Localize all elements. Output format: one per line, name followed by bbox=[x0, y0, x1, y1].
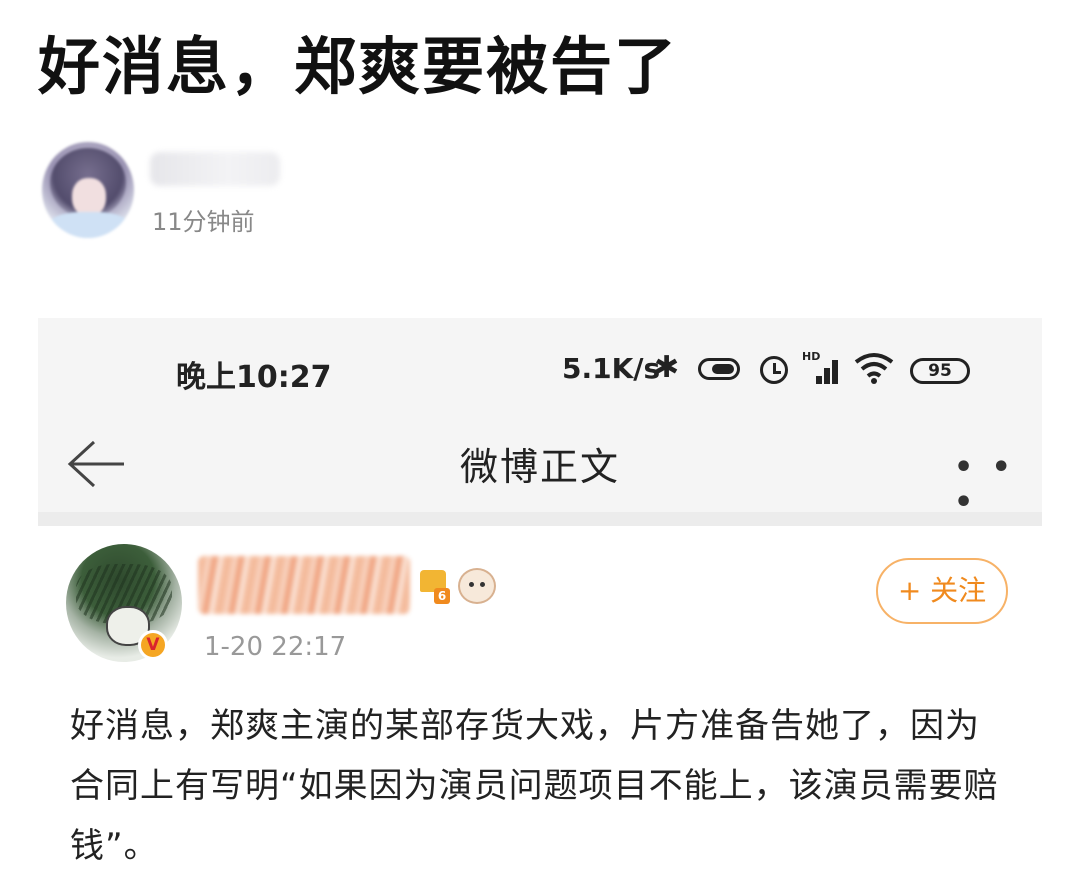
section-divider bbox=[38, 512, 1042, 526]
weibo-username-redacted[interactable] bbox=[198, 556, 410, 614]
avatar-shirt bbox=[48, 212, 130, 238]
follow-button[interactable]: + 关注 bbox=[876, 558, 1008, 624]
verified-badge: V bbox=[138, 630, 168, 660]
weibo-body-text: 好消息，郑爽主演的某部存货大戏，片方准备告她了，因为合同上有写明“如果因为演员问… bbox=[70, 706, 999, 866]
status-time: 晚上10:27 bbox=[176, 360, 332, 395]
bluetooth-icon: ✱ bbox=[654, 350, 680, 385]
toggle-icon bbox=[698, 358, 740, 380]
alarm-icon bbox=[760, 356, 788, 384]
battery-icon: 95 bbox=[910, 358, 970, 384]
avatar-face bbox=[72, 178, 106, 216]
nav-bar: 微博正文 • • • bbox=[38, 418, 1042, 520]
author-avatar[interactable] bbox=[42, 142, 134, 238]
network-speed: 5.1K/s bbox=[562, 352, 661, 385]
author-name-redacted[interactable] bbox=[150, 152, 280, 186]
cow-emoji-icon bbox=[458, 568, 496, 604]
embedded-screenshot: 晚上10:27 5.1K/s ✱ HD 95 微博正文 • • • V 6 + … bbox=[38, 318, 1042, 879]
post-title: 好消息，郑爽要被告了 bbox=[38, 30, 679, 103]
hd-signal-icon: HD bbox=[802, 350, 844, 384]
weibo-timestamp: 1-20 22:17 bbox=[204, 632, 347, 662]
nav-title: 微博正文 bbox=[459, 445, 620, 489]
status-bar: 晚上10:27 5.1K/s ✱ HD 95 bbox=[38, 318, 1042, 418]
post-time: 11分钟前 bbox=[152, 208, 255, 236]
more-icon[interactable]: • • • bbox=[954, 450, 1042, 520]
wifi-icon bbox=[854, 353, 894, 384]
level-badge-icon: 6 bbox=[418, 570, 450, 604]
